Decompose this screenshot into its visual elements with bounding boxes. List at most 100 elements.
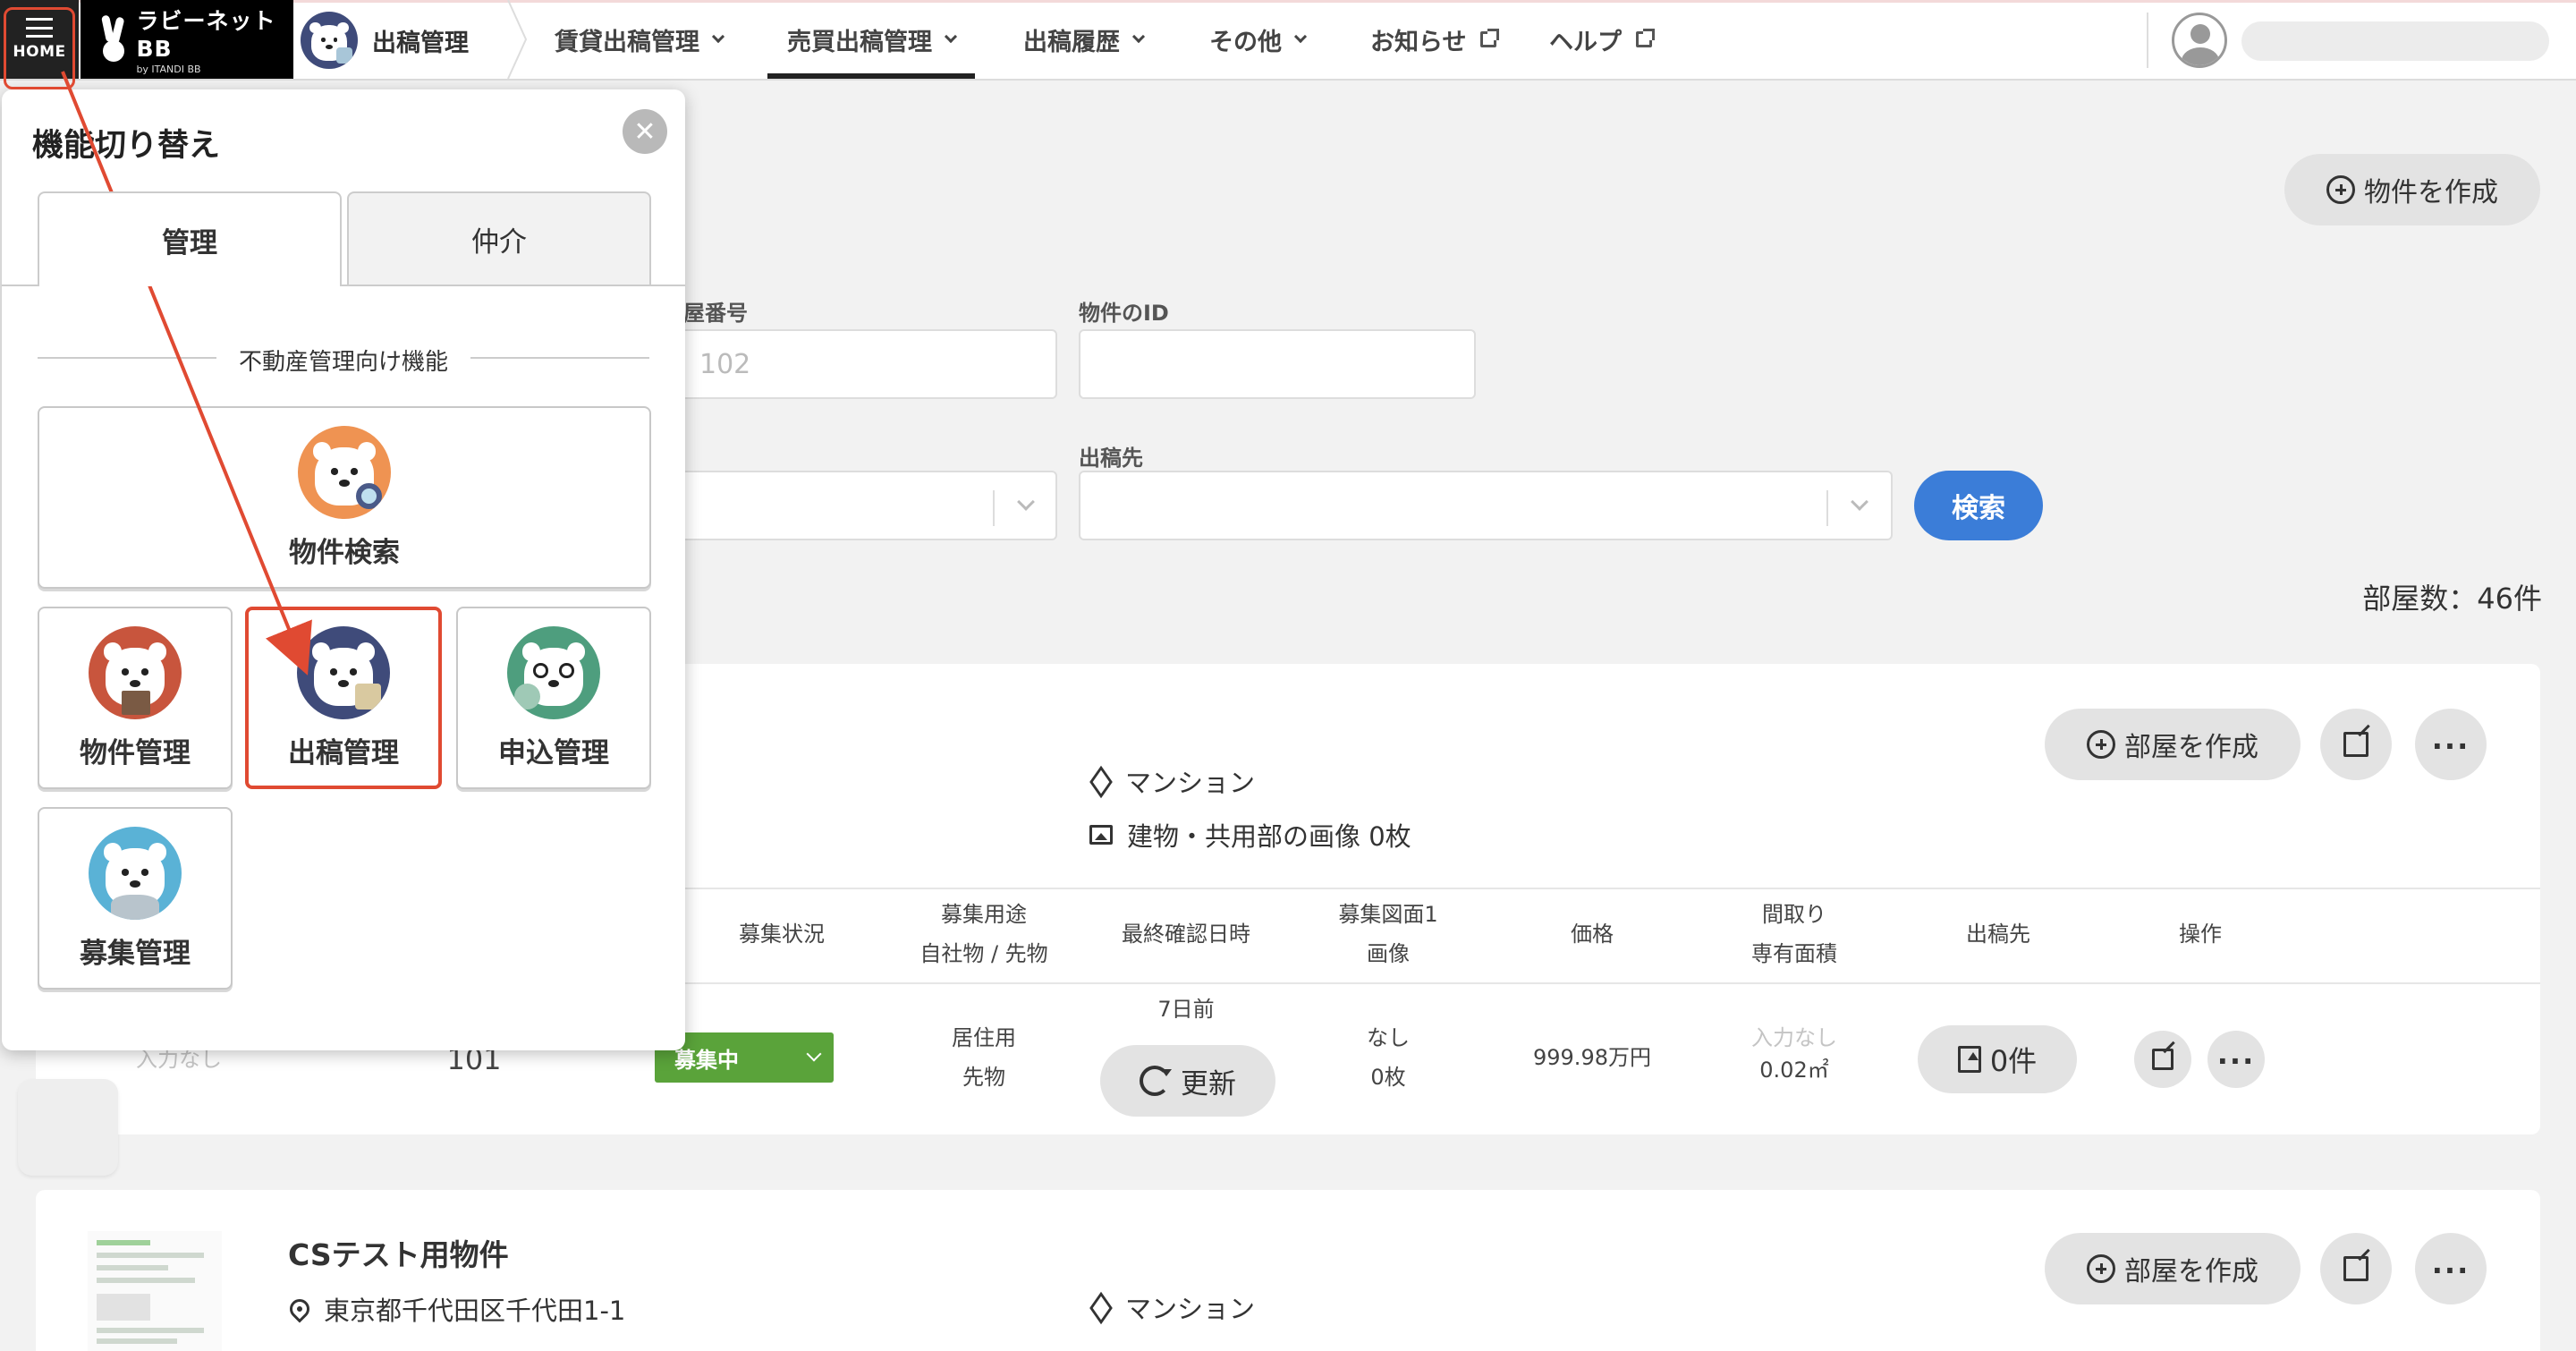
header-floorplan: 募集図面1 (1338, 902, 1438, 927)
upload-icon (1957, 1046, 1981, 1073)
header-last-checked: 最終確認日時 (1122, 922, 1250, 947)
more-dots-icon: ... (2216, 1037, 2256, 1071)
location-pin-icon (285, 1295, 314, 1323)
destination-select[interactable] (1079, 471, 1893, 540)
room-count: 部屋数：46件 (2362, 582, 2542, 616)
plus-circle-icon (2087, 1254, 2115, 1283)
usage-value: 居住用 (952, 1025, 1016, 1050)
building-type: マンション (1089, 1288, 1255, 1326)
nav-divider (2147, 13, 2148, 68)
nav-help[interactable]: ヘルプ (1549, 0, 1655, 79)
room-more-button[interactable]: ... (2207, 1031, 2265, 1088)
image-count-value: 0枚 (1370, 1065, 1406, 1090)
nav-rental-publish[interactable]: 賃貸出稿管理 (555, 0, 725, 79)
refresh-icon (1140, 1066, 1170, 1096)
more-dots-icon: ... (2431, 722, 2470, 756)
function-switch-panel: 機能切り替え ✕ 管理 仲介 不動産管理向け機能 物件検索 物件管理 出稿管理 (2, 89, 685, 1050)
current-function-label: 出稿管理 (372, 29, 469, 57)
property-title[interactable]: CSテスト用物件 (288, 1231, 509, 1274)
tile-application-management[interactable]: 申込管理 (456, 607, 651, 789)
bear-publish-icon (297, 625, 390, 719)
external-link-icon (1636, 29, 1655, 47)
layers-icon (1089, 770, 1111, 792)
header-area: 専有面積 (1751, 941, 1837, 966)
user-name-redacted[interactable] (2241, 21, 2549, 61)
header-price: 価格 (1571, 922, 1614, 947)
bear-house-icon (89, 625, 182, 719)
header-usage-sub: 自社物 / 先物 (919, 941, 1048, 966)
app-logo[interactable]: ラビーネットBB by ITANDI BB (80, 0, 293, 79)
header-usage: 募集用途 (941, 902, 1027, 927)
filter-select[interactable] (662, 471, 1057, 540)
header-destination: 出稿先 (1966, 922, 2030, 947)
image-icon (1089, 825, 1113, 845)
bear-publish-icon (301, 12, 358, 69)
bear-glasses-icon (507, 625, 600, 719)
external-link-icon (1480, 29, 1500, 47)
chevron-down-icon (1017, 493, 1035, 511)
more-actions-button[interactable]: ... (2415, 1233, 2487, 1304)
top-navigation-bar: HOME ラビーネットBB by ITANDI BB 出稿管理 賃貸出稿管理 売… (0, 0, 2576, 81)
room-number-input[interactable]: 102 (662, 329, 1057, 399)
price-value: 999.98万円 (1533, 1045, 1651, 1070)
header-floorplan-sub: 画像 (1367, 941, 1410, 966)
ownership-value: 先物 (962, 1065, 1005, 1090)
building-type: マンション (1089, 762, 1255, 800)
property-address: 東京都千代田区千代田1-1 (285, 1290, 625, 1328)
layers-icon (1089, 1296, 1111, 1318)
tile-recruitment-management[interactable]: 募集管理 (38, 807, 233, 990)
chevron-down-icon (1851, 493, 1868, 511)
floating-blank-tile (18, 1079, 118, 1176)
edit-property-button[interactable] (2320, 1233, 2392, 1304)
rabbit-logo-icon (98, 15, 125, 64)
tab-brokerage[interactable]: 仲介 (347, 191, 651, 285)
plus-circle-icon (2326, 175, 2355, 204)
property-id-input[interactable] (1079, 329, 1476, 399)
breadcrumb-separator-icon (507, 0, 528, 79)
create-property-button[interactable]: 物件を作成 (2284, 154, 2540, 225)
edit-property-button[interactable] (2320, 709, 2392, 780)
logo-subtext: by ITANDI BB (136, 64, 201, 75)
last-checked-value: 7日前 (1157, 997, 1215, 1022)
edit-icon (2343, 1256, 2368, 1281)
logo-text: ラビーネットBB (136, 8, 276, 62)
chevron-down-icon (711, 30, 725, 44)
property-id-label: 物件のID (1079, 301, 1169, 326)
floorplan-value: なし (1367, 1025, 1410, 1050)
current-function[interactable]: 出稿管理 (301, 9, 469, 72)
header-layout: 間取り (1762, 902, 1826, 927)
search-button[interactable]: 検索 (1914, 471, 2043, 540)
destination-label: 出稿先 (1079, 446, 1143, 471)
building-images: 建物・共用部の画像 0枚 (1089, 816, 1411, 854)
more-actions-button[interactable]: ... (2415, 709, 2487, 780)
area-value: 0.02㎡ (1759, 1058, 1829, 1083)
chevron-down-icon (1131, 30, 1146, 44)
nav-publish-history[interactable]: 出稿履歴 (1023, 0, 1146, 79)
tab-management[interactable]: 管理 (38, 191, 342, 286)
bear-magnifier-icon (298, 425, 391, 519)
nav-news[interactable]: お知らせ (1370, 0, 1500, 79)
edit-icon (2343, 732, 2368, 757)
more-dots-icon: ... (2431, 1246, 2470, 1280)
panel-title: 機能切り替え (32, 128, 221, 164)
property-thumbnail[interactable] (88, 1231, 222, 1351)
destination-count-button[interactable]: 0件 (1918, 1025, 2077, 1093)
section-title: 不動産管理向け機能 (238, 349, 448, 376)
header-actions: 操作 (2179, 922, 2222, 947)
edit-icon (2152, 1049, 2174, 1070)
room-number-label: 屋番号 (683, 301, 748, 326)
create-room-button[interactable]: 部屋を作成 (2045, 1233, 2301, 1304)
chevron-down-icon (944, 30, 958, 44)
tile-property-search[interactable]: 物件検索 (38, 406, 651, 589)
user-avatar-icon[interactable] (2172, 13, 2227, 68)
tile-publish-management[interactable]: 出稿管理 (245, 607, 442, 789)
edit-room-button[interactable] (2134, 1031, 2191, 1088)
close-button[interactable]: ✕ (623, 109, 667, 154)
tile-property-management[interactable]: 物件管理 (38, 607, 233, 789)
bear-recruit-icon (89, 826, 182, 920)
update-button[interactable]: 更新 (1100, 1045, 1275, 1117)
create-room-button[interactable]: 部屋を作成 (2045, 709, 2301, 780)
nav-sales-publish[interactable]: 売買出稿管理 (767, 0, 975, 79)
nav-other[interactable]: その他 (1209, 0, 1308, 79)
plus-circle-icon (2087, 730, 2115, 759)
